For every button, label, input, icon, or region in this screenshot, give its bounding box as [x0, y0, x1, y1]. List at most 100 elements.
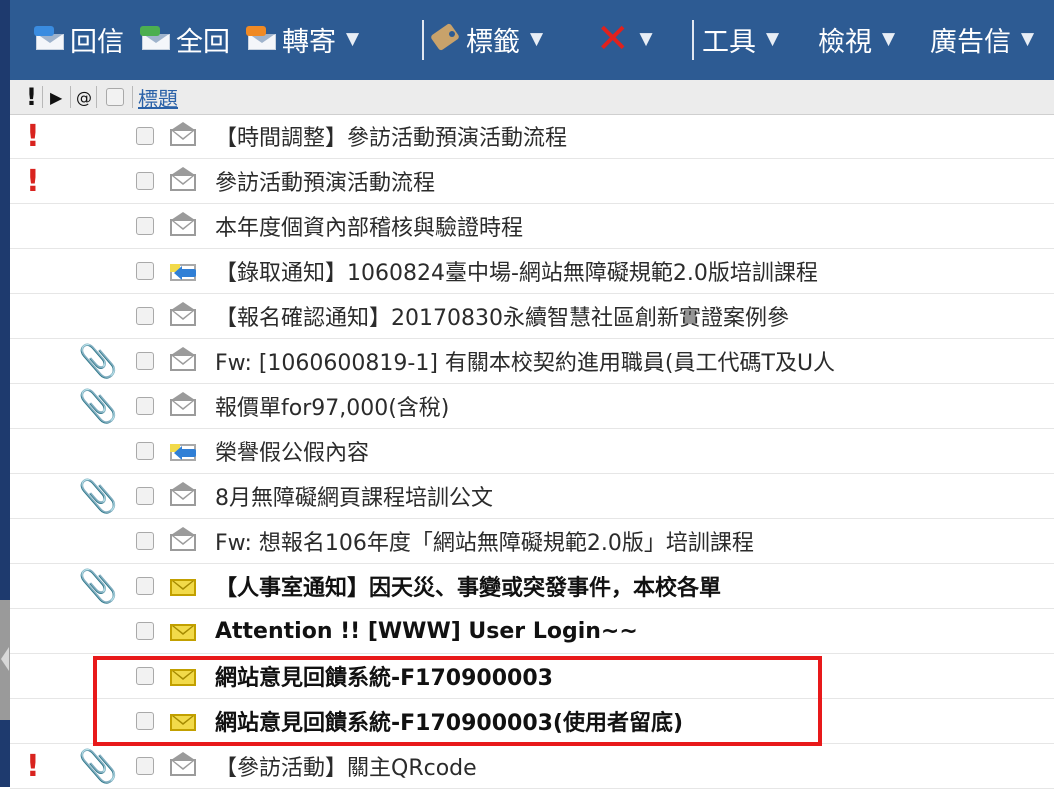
- message-row[interactable]: 【報名確認通知】20170830永續智慧社區創新實證案例參: [10, 294, 1054, 339]
- reply-all-button[interactable]: 全回: [140, 14, 230, 64]
- envelope-unread-icon: [170, 666, 196, 686]
- tags-dropdown-icon[interactable]: ▼: [530, 29, 543, 49]
- view-menu[interactable]: 檢視 ▼: [818, 14, 895, 64]
- message-subject: 【人事室通知】因天災、事變或突發事件，本校各單: [215, 576, 722, 601]
- message-checkbox[interactable]: [136, 339, 154, 383]
- forward-icon: [246, 26, 278, 50]
- important-icon: !: [26, 748, 40, 784]
- subject-cell[interactable]: Attention !! [WWW] User Login~~: [215, 609, 638, 653]
- message-checkbox[interactable]: [136, 384, 154, 428]
- message-checkbox[interactable]: [136, 744, 154, 788]
- checkbox-box: [136, 397, 154, 415]
- message-subject: 報價單for97,000(含稅): [215, 396, 450, 421]
- subject-cell[interactable]: Fw: [1060600819-1] 有關本校契約進用職員(員工代碼T及U人: [215, 339, 835, 383]
- left-collapse-bar[interactable]: [0, 0, 10, 787]
- message-row[interactable]: 網站意見回饋系統-F170900003: [10, 654, 1054, 699]
- spam-menu[interactable]: 廣告信 ▼: [930, 14, 1034, 64]
- message-row[interactable]: Fw: 想報名106年度「網站無障礙規範2.0版」培訓課程: [10, 519, 1054, 564]
- forward-button[interactable]: 轉寄 ▼: [246, 14, 359, 64]
- mail-toolbar: 回信 全回 轉寄 ▼ 標籤 ▼ ✕ ▼ 工具 ▼ 檢視 ▼ 廣告信 ▼: [10, 0, 1054, 80]
- message-list-header: ! ▶ @ 標題: [10, 80, 1054, 115]
- forward-label: 轉寄: [282, 26, 336, 58]
- message-checkbox[interactable]: [136, 609, 154, 653]
- message-row[interactable]: 榮譽假公假內容: [10, 429, 1054, 474]
- message-checkbox[interactable]: [136, 564, 154, 608]
- subject-column-header[interactable]: 標題: [138, 80, 178, 114]
- subject-cell[interactable]: 8月無障礙網頁課程培訓公文: [215, 474, 493, 518]
- message-checkbox[interactable]: [136, 699, 154, 743]
- subject-cell[interactable]: 【人事室通知】因天災、事變或突發事件，本校各單: [215, 564, 721, 608]
- subject-cell[interactable]: 網站意見回饋系統-F170900003: [215, 654, 553, 698]
- subject-cell[interactable]: 【時間調整】參訪活動預演活動流程: [215, 114, 567, 158]
- message-row[interactable]: 本年度個資內部稽核與驗證時程: [10, 204, 1054, 249]
- message-checkbox[interactable]: [136, 294, 154, 338]
- subject-cell[interactable]: 網站意見回饋系統-F170900003(使用者留底): [215, 699, 683, 743]
- subject-cell[interactable]: Fw: 想報名106年度「網站無障礙規範2.0版」培訓課程: [215, 519, 754, 563]
- important-icon: !: [26, 118, 40, 154]
- reply-button[interactable]: 回信: [34, 14, 124, 64]
- checkbox-box: [136, 532, 154, 550]
- subject-cell[interactable]: 【錄取通知】1060824臺中場-網站無障礙規範2.0版培訓課程: [215, 249, 818, 293]
- message-subject: 網站意見回饋系統-F170900003: [215, 666, 553, 691]
- subject-cell[interactable]: 【參訪活動】關主QRcode: [215, 744, 477, 788]
- message-row[interactable]: 📎 報價單for97,000(含稅): [10, 384, 1054, 429]
- checkbox-box: [136, 757, 154, 775]
- subject-cell[interactable]: 本年度個資內部稽核與驗證時程: [215, 204, 523, 248]
- sort-attachment-column[interactable]: @: [76, 80, 92, 114]
- envelope-open-icon: [170, 167, 196, 191]
- envelope-unread-icon: [170, 576, 196, 596]
- message-subject: 參訪活動預演活動流程: [215, 171, 436, 196]
- status-cell: [170, 384, 196, 428]
- message-row[interactable]: ! 📎 【參訪活動】關主QRcode: [10, 744, 1054, 789]
- message-row[interactable]: 📎 8月無障礙網頁課程培訓公文: [10, 474, 1054, 519]
- checkbox-box: [136, 127, 154, 145]
- message-list: ! 【時間調整】參訪活動預演活動流程! 參訪活動預演活動流程 本年度個資內部稽核與驗證…: [10, 114, 1054, 789]
- important-icon: !: [26, 163, 40, 199]
- tags-button[interactable]: 標籤 ▼: [430, 14, 543, 64]
- select-all-checkbox[interactable]: [106, 80, 124, 114]
- message-checkbox[interactable]: [136, 249, 154, 293]
- message-row[interactable]: 【錄取通知】1060824臺中場-網站無障礙規範2.0版培訓課程: [10, 249, 1054, 294]
- subject-header-label: 標題: [138, 86, 178, 111]
- message-checkbox[interactable]: [136, 654, 154, 698]
- tools-menu[interactable]: 工具 ▼: [702, 14, 779, 64]
- paperclip-icon: 📎: [78, 342, 118, 380]
- message-checkbox[interactable]: [136, 519, 154, 563]
- status-cell: [170, 114, 196, 158]
- forward-dropdown-icon[interactable]: ▼: [346, 29, 359, 49]
- reply-label: 回信: [70, 26, 124, 58]
- message-row[interactable]: 網站意見回饋系統-F170900003(使用者留底): [10, 699, 1054, 744]
- delete-dropdown-icon[interactable]: ▼: [640, 29, 653, 49]
- message-checkbox[interactable]: [136, 429, 154, 473]
- checkbox-box: [136, 667, 154, 685]
- checkbox-box: [136, 622, 154, 640]
- collapse-arrow-icon: [1, 647, 9, 671]
- reply-all-label: 全回: [176, 26, 230, 58]
- view-label: 檢視: [818, 26, 872, 58]
- message-row[interactable]: ! 【時間調整】參訪活動預演活動流程: [10, 114, 1054, 159]
- message-row[interactable]: ! 參訪活動預演活動流程: [10, 159, 1054, 204]
- subject-cell[interactable]: 榮譽假公假內容: [215, 429, 369, 473]
- message-row[interactable]: 📎 【人事室通知】因天災、事變或突發事件，本校各單: [10, 564, 1054, 609]
- priority-column-icon: !: [26, 83, 37, 111]
- paperclip-icon: 📎: [78, 477, 118, 515]
- subject-cell[interactable]: 報價單for97,000(含稅): [215, 384, 449, 428]
- sort-priority-column[interactable]: !: [26, 80, 37, 114]
- message-checkbox[interactable]: [136, 159, 154, 203]
- subject-cell[interactable]: 參訪活動預演活動流程: [215, 159, 435, 203]
- checkbox-box: [136, 577, 154, 595]
- subject-cell[interactable]: 【報名確認通知】20170830永續智慧社區創新實證案例參: [215, 294, 789, 338]
- delete-button[interactable]: ✕ ▼: [596, 14, 653, 64]
- status-cell: [170, 744, 196, 788]
- message-checkbox[interactable]: [136, 474, 154, 518]
- message-checkbox[interactable]: [136, 204, 154, 248]
- message-subject: 【時間調整】參訪活動預演活動流程: [215, 126, 568, 151]
- envelope-open-icon: [170, 527, 196, 551]
- message-subject: 本年度個資內部稽核與驗證時程: [215, 216, 524, 241]
- message-row[interactable]: 📎 Fw: [1060600819-1] 有關本校契約進用職員(員工代碼T及U人: [10, 339, 1054, 384]
- message-checkbox[interactable]: [136, 114, 154, 158]
- sort-flag-column[interactable]: ▶: [50, 80, 62, 114]
- message-row[interactable]: Attention !! [WWW] User Login~~: [10, 609, 1054, 654]
- collapse-handle[interactable]: [0, 600, 10, 720]
- status-cell: [170, 339, 196, 383]
